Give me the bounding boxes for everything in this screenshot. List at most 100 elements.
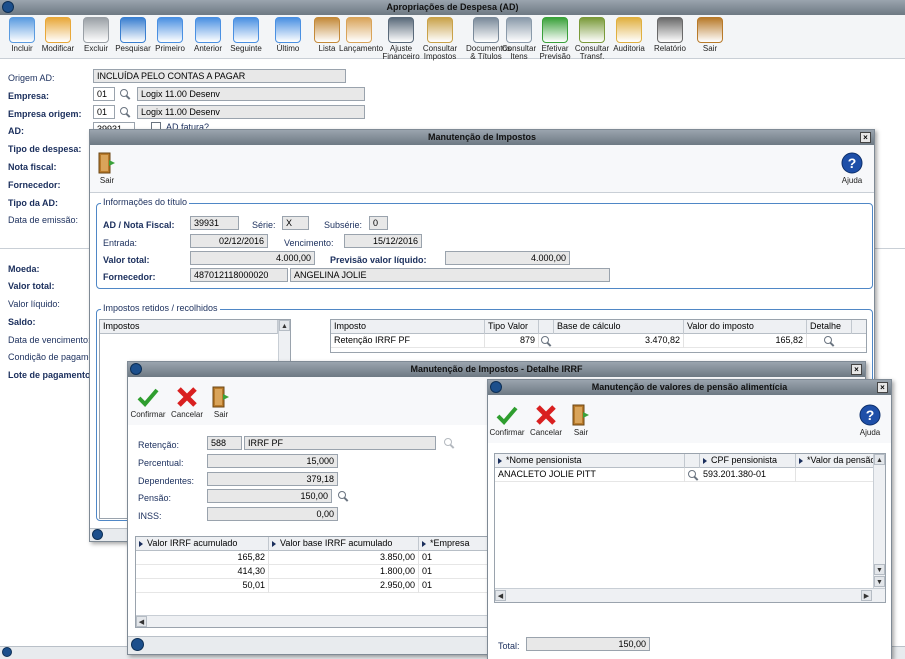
toolbar-label: Ajuste Financeiro — [382, 44, 420, 61]
fornecedor-name-field: ANGELINA JOLIE — [290, 268, 610, 282]
label-nota-fiscal: Nota fiscal: — [8, 162, 57, 172]
next-icon — [233, 17, 259, 43]
pensionistas-vscrollbar[interactable]: ▲ ▼ ▼ — [873, 454, 885, 588]
impostos-ajuda-button[interactable]: ? Ajuda — [838, 151, 866, 185]
detalhe-lookup-icon[interactable] — [824, 336, 835, 347]
impostos-sair-button[interactable]: Sair — [94, 151, 120, 185]
label-previsao: Previsão valor líquido: — [330, 255, 427, 265]
toolbar-forecast-button[interactable]: Efetivar Previsão — [535, 17, 575, 61]
toolbar-financial-adjust-button[interactable]: Ajuste Financeiro — [381, 17, 421, 61]
pensionistas-hscrollbar[interactable]: ◀ ▶ — [495, 588, 885, 602]
col-spacer — [685, 454, 700, 468]
pensao-cancelar-button[interactable]: Cancelar — [529, 403, 563, 437]
origem-ad-field[interactable]: INCLUÍDA PELO CONTAS A PAGAR — [93, 69, 346, 83]
impostos-retidos-title: Impostos retidos / recolhidos — [101, 303, 220, 313]
scroll-left-icon[interactable]: ◀ — [136, 616, 147, 627]
scroll-down-icon[interactable]: ▼ — [874, 576, 885, 587]
toolbar-include-button[interactable]: Incluir — [2, 17, 42, 53]
toolbar-items-button[interactable]: Consultar Itens — [499, 17, 539, 61]
label-origem-ad: Origem AD: — [8, 73, 55, 83]
detalhe-close-icon[interactable]: × — [851, 364, 862, 375]
toolbar-label: Relatório — [653, 44, 686, 53]
label-data-emissao: Data de emissão: — [8, 215, 79, 225]
table-row[interactable]: 165,82 3.850,00 01 — [136, 551, 489, 565]
label-valor-total: Valor total: — [8, 281, 55, 291]
scroll-right-icon[interactable]: ▶ — [861, 590, 872, 601]
irrf-acumulado-grid[interactable]: Valor IRRF acumulado Valor base IRRF acu… — [135, 536, 490, 628]
previsao-field: 4.000,00 — [445, 251, 570, 265]
toolbar-next-button[interactable]: Seguinte — [226, 17, 266, 53]
empresa-code-field[interactable]: 01 — [93, 87, 115, 101]
inss-field: 0,00 — [207, 507, 338, 521]
vencimento-field: 15/12/2016 — [344, 234, 422, 248]
toolbar-label: Sair — [702, 44, 718, 53]
label-retencao: Retenção: — [138, 440, 180, 450]
help-icon: ? — [841, 152, 863, 174]
main-titlebar: Apropriações de Despesa (AD) — [0, 0, 905, 15]
detalhe-sair-button[interactable]: Sair — [208, 385, 234, 419]
pensao-confirmar-button[interactable]: Confirmar — [489, 403, 525, 437]
pensao-close-icon[interactable]: × — [877, 382, 888, 393]
col-tipo-valor: Tipo Valor — [485, 320, 539, 334]
report-icon — [657, 17, 683, 43]
empresa-lookup-icon[interactable] — [120, 89, 131, 100]
tipo-valor-lookup-icon[interactable] — [541, 336, 552, 347]
table-row[interactable]: Retenção IRRF PF 879 3.470,82 165,82 — [331, 334, 866, 348]
table-row[interactable]: ANACLETO JOLIE PITT 593.201.380-01 — [495, 468, 885, 482]
col-base-calculo: Base de cálculo — [554, 320, 684, 334]
nome-lookup-icon[interactable] — [688, 470, 699, 481]
empresa-origem-code-field[interactable]: 01 — [93, 105, 115, 119]
label-total: Total: — [498, 641, 520, 651]
impostos-toolbar: Sair ? Ajuda — [90, 145, 874, 193]
impostos-grid[interactable]: Imposto Tipo Valor Base de cálculo Valor… — [330, 319, 867, 353]
label-valor-liquido: Valor líquido: — [8, 299, 60, 309]
label-empresa: Empresa: — [8, 91, 50, 101]
retencao-lookup-icon[interactable] — [444, 438, 455, 449]
scroll-up-icon[interactable]: ▲ — [874, 454, 885, 465]
toolbar-label: Anterior — [193, 44, 222, 53]
toolbar-taxes-button[interactable]: Consultar Impostos — [420, 17, 460, 61]
toolbar-label: Lista — [318, 44, 336, 53]
toolbar-audit-button[interactable]: Auditoria — [609, 17, 649, 53]
entrada-field: 02/12/2016 — [190, 234, 268, 248]
exit-door-icon — [212, 386, 229, 408]
col-imposto: Imposto — [331, 320, 485, 334]
check-icon — [496, 406, 518, 425]
toolbar-modify-button[interactable]: Modificar — [38, 17, 78, 53]
toolbar-last-button[interactable]: Último — [268, 17, 308, 53]
toolbar-report-button[interactable]: Relatório — [650, 17, 690, 53]
impostos-titlebar: Manutenção de Impostos × — [90, 130, 874, 145]
total-field: 150,00 — [526, 637, 650, 651]
detalhe-cancelar-button[interactable]: Cancelar — [170, 385, 204, 419]
scroll-down-icon[interactable]: ▼ — [874, 564, 885, 575]
toolbar-label: Consultar Impostos — [422, 44, 458, 61]
toolbar-trash-button[interactable]: Excluir — [76, 17, 116, 53]
scroll-left-icon[interactable]: ◀ — [495, 590, 506, 601]
pensionistas-grid[interactable]: *Nome pensionista CPF pensionista *Valor… — [494, 453, 886, 603]
include-icon — [9, 17, 35, 43]
label-subserie: Subsérie: — [324, 220, 363, 230]
toolbar-label: Pesquisar — [115, 44, 151, 53]
toolbar-posting-button[interactable]: Lançamento — [339, 17, 383, 53]
detalhe-confirmar-button[interactable]: Confirmar — [130, 385, 166, 419]
toolbar-previous-button[interactable]: Anterior — [188, 17, 228, 53]
toolbar-first-button[interactable]: Primeiro — [150, 17, 190, 53]
label-dependentes: Dependentes: — [138, 476, 195, 486]
transfer-icon — [579, 17, 605, 43]
table-row[interactable]: 414,30 1.800,00 01 — [136, 565, 489, 579]
toolbar-search-button[interactable]: Pesquisar — [113, 17, 153, 53]
label-vencimento: Vencimento: — [284, 238, 334, 248]
cell-valor[interactable] — [796, 468, 874, 482]
scroll-up-icon[interactable]: ▲ — [279, 320, 290, 331]
empresa-origem-lookup-icon[interactable] — [120, 107, 131, 118]
pensao-ajuda-button[interactable]: ? Ajuda — [856, 403, 884, 437]
toolbar-transfer-button[interactable]: Consultar Transf. — [572, 17, 612, 61]
pensao-sair-button[interactable]: Sair — [568, 403, 594, 437]
impostos-close-icon[interactable]: × — [860, 132, 871, 143]
table-row[interactable]: 50,01 2.950,00 01 — [136, 579, 489, 593]
valor-total-field: 4.000,00 — [190, 251, 315, 265]
pensao-lookup-icon[interactable] — [338, 491, 349, 502]
toolbar-exit-button[interactable]: Sair — [690, 17, 730, 53]
irrf-grid-hscrollbar[interactable]: ◀ — [136, 615, 489, 627]
cell-nome: ANACLETO JOLIE PITT — [495, 468, 685, 482]
